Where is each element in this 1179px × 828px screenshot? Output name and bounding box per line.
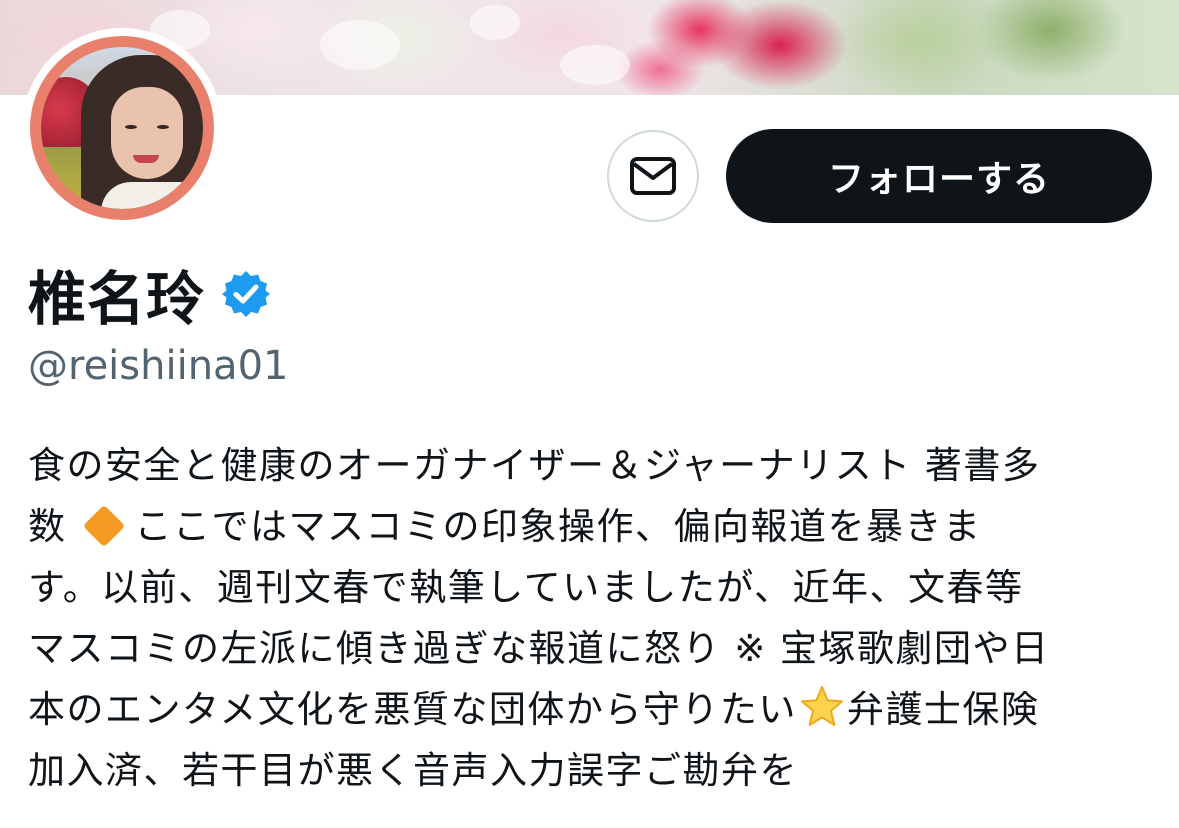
bio-line: マスコミの左派に傾き過ぎな報道に怒り ※ 宝塚歌劇団や日	[28, 627, 1050, 670]
envelope-icon	[630, 157, 676, 195]
banner-blossom	[320, 20, 400, 70]
star-emoji-icon	[800, 686, 843, 726]
banner-blossom	[470, 5, 520, 40]
bio-line: 本のエンタメ文化を悪質な団体から守りたい 弁護士保険	[28, 679, 1158, 740]
message-button[interactable]	[607, 130, 699, 222]
bio-line: 加入済、若干目が悪く音声入力誤字ご勘弁を	[28, 749, 798, 792]
photo-eye	[157, 125, 169, 129]
profile-avatar[interactable]	[22, 28, 222, 228]
profile-handle: @reishiina01	[28, 343, 289, 389]
bio-line: 数 ここではマスコミの印象操作、偏向報道を暴きま	[28, 496, 1158, 557]
profile-name-row: 椎名玲	[28, 258, 271, 333]
follow-button[interactable]: フォローする	[726, 129, 1152, 223]
verified-badge-icon[interactable]	[221, 269, 271, 319]
bio-text: ここではマスコミの印象操作、偏向報道を暴きま	[134, 505, 982, 548]
banner-blossom	[560, 45, 630, 85]
avatar-ring	[30, 36, 214, 220]
photo-shirt	[101, 182, 203, 209]
photo-mouth	[133, 155, 159, 163]
bio-line: 食の安全と健康のオーガナイザー＆ジャーナリスト 著書多	[28, 444, 1041, 487]
bio-text: 弁護士保険	[846, 688, 1040, 731]
avatar-photo	[41, 47, 203, 209]
orange-diamond-emoji-icon	[82, 504, 125, 548]
profile-bio: 食の安全と健康のオーガナイザー＆ジャーナリスト 著書多 数 ここではマスコミの印象…	[28, 435, 1158, 801]
bio-line: す。以前、週刊文春で執筆していましたが、近年、文春等	[28, 566, 1024, 609]
bio-text: 本のエンタメ文化を悪質な団体から守りたい	[28, 688, 797, 731]
display-name: 椎名玲	[28, 265, 206, 333]
follow-button-label: フォローする	[827, 159, 1050, 200]
bio-text: 数	[28, 505, 67, 548]
photo-face	[111, 87, 183, 179]
photo-eye	[125, 125, 137, 129]
